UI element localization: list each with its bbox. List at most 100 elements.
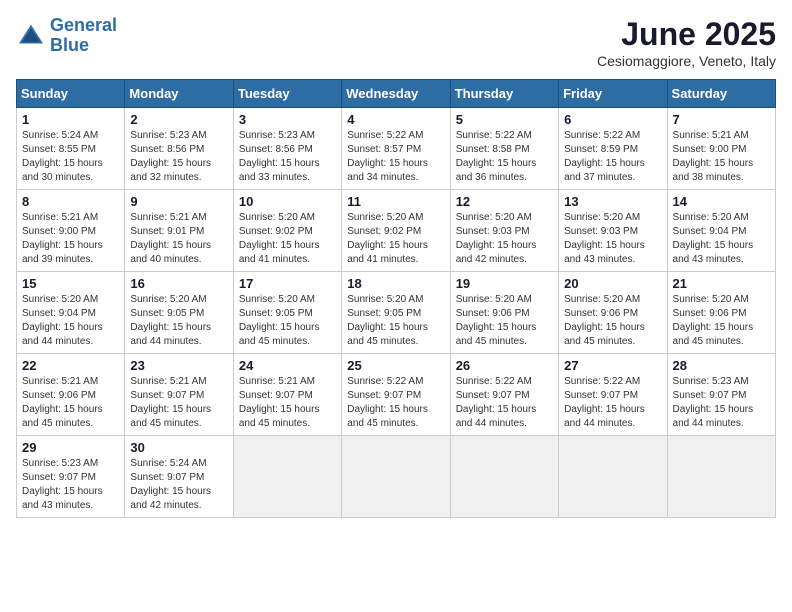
day-cell-15: 15 Sunrise: 5:20 AM Sunset: 9:04 PM Dayli… <box>17 272 125 354</box>
day-number: 14 <box>673 194 770 209</box>
weekday-header-friday: Friday <box>559 80 667 108</box>
day-cell-21: 21 Sunrise: 5:20 AM Sunset: 9:06 PM Dayli… <box>667 272 775 354</box>
day-info: Sunrise: 5:22 AM Sunset: 8:58 PM Dayligh… <box>456 129 553 185</box>
day-cell-9: 9 Sunrise: 5:21 AM Sunset: 9:01 PM Daylig… <box>125 190 233 272</box>
weekday-header-saturday: Saturday <box>667 80 775 108</box>
day-number: 4 <box>347 112 444 127</box>
empty-cell <box>559 436 667 518</box>
day-number: 24 <box>239 358 336 373</box>
day-info: Sunrise: 5:23 AM Sunset: 8:56 PM Dayligh… <box>239 129 336 185</box>
day-info: Sunrise: 5:20 AM Sunset: 9:04 PM Dayligh… <box>673 211 770 267</box>
day-cell-29: 29 Sunrise: 5:23 AM Sunset: 9:07 PM Dayli… <box>17 436 125 518</box>
day-cell-12: 12 Sunrise: 5:20 AM Sunset: 9:03 PM Dayli… <box>450 190 558 272</box>
day-number: 18 <box>347 276 444 291</box>
day-cell-26: 26 Sunrise: 5:22 AM Sunset: 9:07 PM Dayli… <box>450 354 558 436</box>
day-cell-5: 5Sunrise: 5:22 AM Sunset: 8:58 PM Daylig… <box>450 108 558 190</box>
day-info: Sunrise: 5:20 AM Sunset: 9:02 PM Dayligh… <box>239 211 336 267</box>
day-cell-25: 25Sunrise: 5:22 AM Sunset: 9:07 PM Dayli… <box>342 354 450 436</box>
day-info: Sunrise: 5:24 AM Sunset: 9:07 PM Dayligh… <box>130 457 227 513</box>
weekday-header-monday: Monday <box>125 80 233 108</box>
day-cell-8: 8Sunrise: 5:21 AM Sunset: 9:00 PM Daylig… <box>17 190 125 272</box>
day-cell-27: 27 Sunrise: 5:22 AM Sunset: 9:07 PM Dayli… <box>559 354 667 436</box>
day-info: Sunrise: 5:24 AM Sunset: 8:55 PM Dayligh… <box>22 129 119 185</box>
day-info: Sunrise: 5:23 AM Sunset: 9:07 PM Dayligh… <box>22 457 119 513</box>
day-cell-20: 20Sunrise: 5:20 AM Sunset: 9:06 PM Dayli… <box>559 272 667 354</box>
day-cell-30: 30 Sunrise: 5:24 AM Sunset: 9:07 PM Dayli… <box>125 436 233 518</box>
day-cell-2: 2 Sunrise: 5:23 AM Sunset: 8:56 PM Daylig… <box>125 108 233 190</box>
day-cell-17: 17 Sunrise: 5:20 AM Sunset: 9:05 PM Dayli… <box>233 272 341 354</box>
day-info: Sunrise: 5:20 AM Sunset: 9:06 PM Dayligh… <box>456 293 553 349</box>
day-info: Sunrise: 5:20 AM Sunset: 9:06 PM Dayligh… <box>564 293 661 349</box>
day-cell-3: 3 Sunrise: 5:23 AM Sunset: 8:56 PM Daylig… <box>233 108 341 190</box>
title-area: June 2025 Cesiomaggiore, Veneto, Italy <box>597 16 776 69</box>
day-number: 13 <box>564 194 661 209</box>
day-info: Sunrise: 5:20 AM Sunset: 9:06 PM Dayligh… <box>673 293 770 349</box>
calendar-header-row: SundayMondayTuesdayWednesdayThursdayFrid… <box>17 80 776 108</box>
day-info: Sunrise: 5:20 AM Sunset: 9:04 PM Dayligh… <box>22 293 119 349</box>
day-number: 12 <box>456 194 553 209</box>
day-number: 1 <box>22 112 119 127</box>
day-number: 23 <box>130 358 227 373</box>
day-number: 6 <box>564 112 661 127</box>
day-number: 21 <box>673 276 770 291</box>
empty-cell <box>450 436 558 518</box>
empty-cell <box>667 436 775 518</box>
day-info: Sunrise: 5:20 AM Sunset: 9:05 PM Dayligh… <box>130 293 227 349</box>
week-row-4: 22 Sunrise: 5:21 AM Sunset: 9:06 PM Dayli… <box>17 354 776 436</box>
day-info: Sunrise: 5:23 AM Sunset: 8:56 PM Dayligh… <box>130 129 227 185</box>
empty-cell <box>233 436 341 518</box>
day-number: 22 <box>22 358 119 373</box>
day-cell-16: 16Sunrise: 5:20 AM Sunset: 9:05 PM Dayli… <box>125 272 233 354</box>
day-info: Sunrise: 5:21 AM Sunset: 9:00 PM Dayligh… <box>22 211 119 267</box>
day-number: 30 <box>130 440 227 455</box>
day-number: 15 <box>22 276 119 291</box>
day-info: Sunrise: 5:22 AM Sunset: 9:07 PM Dayligh… <box>456 375 553 431</box>
calendar-table: SundayMondayTuesdayWednesdayThursdayFrid… <box>16 79 776 518</box>
day-info: Sunrise: 5:22 AM Sunset: 9:07 PM Dayligh… <box>564 375 661 431</box>
day-cell-6: 6Sunrise: 5:22 AM Sunset: 8:59 PM Daylig… <box>559 108 667 190</box>
day-info: Sunrise: 5:21 AM Sunset: 9:06 PM Dayligh… <box>22 375 119 431</box>
day-number: 2 <box>130 112 227 127</box>
empty-cell <box>342 436 450 518</box>
day-number: 19 <box>456 276 553 291</box>
logo: General Blue <box>16 16 117 56</box>
page-header: General Blue June 2025 Cesiomaggiore, Ve… <box>16 16 776 69</box>
day-cell-18: 18 Sunrise: 5:20 AM Sunset: 9:05 PM Dayli… <box>342 272 450 354</box>
weekday-header-tuesday: Tuesday <box>233 80 341 108</box>
month-title: June 2025 <box>597 16 776 53</box>
logo-icon <box>16 21 46 51</box>
day-number: 27 <box>564 358 661 373</box>
day-info: Sunrise: 5:20 AM Sunset: 9:03 PM Dayligh… <box>564 211 661 267</box>
day-cell-28: 28Sunrise: 5:23 AM Sunset: 9:07 PM Dayli… <box>667 354 775 436</box>
day-number: 28 <box>673 358 770 373</box>
day-info: Sunrise: 5:20 AM Sunset: 9:05 PM Dayligh… <box>239 293 336 349</box>
day-info: Sunrise: 5:20 AM Sunset: 9:05 PM Dayligh… <box>347 293 444 349</box>
day-number: 9 <box>130 194 227 209</box>
day-number: 3 <box>239 112 336 127</box>
day-cell-14: 14 Sunrise: 5:20 AM Sunset: 9:04 PM Dayli… <box>667 190 775 272</box>
day-info: Sunrise: 5:21 AM Sunset: 9:07 PM Dayligh… <box>130 375 227 431</box>
day-info: Sunrise: 5:21 AM Sunset: 9:07 PM Dayligh… <box>239 375 336 431</box>
day-cell-11: 11Sunrise: 5:20 AM Sunset: 9:02 PM Dayli… <box>342 190 450 272</box>
logo-text: General Blue <box>50 16 117 56</box>
day-cell-13: 13 Sunrise: 5:20 AM Sunset: 9:03 PM Dayli… <box>559 190 667 272</box>
day-cell-4: 4Sunrise: 5:22 AM Sunset: 8:57 PM Daylig… <box>342 108 450 190</box>
day-number: 7 <box>673 112 770 127</box>
location: Cesiomaggiore, Veneto, Italy <box>597 53 776 69</box>
day-info: Sunrise: 5:20 AM Sunset: 9:03 PM Dayligh… <box>456 211 553 267</box>
weekday-header-sunday: Sunday <box>17 80 125 108</box>
day-info: Sunrise: 5:21 AM Sunset: 9:01 PM Dayligh… <box>130 211 227 267</box>
day-cell-19: 19 Sunrise: 5:20 AM Sunset: 9:06 PM Dayli… <box>450 272 558 354</box>
day-number: 17 <box>239 276 336 291</box>
day-cell-23: 23 Sunrise: 5:21 AM Sunset: 9:07 PM Dayli… <box>125 354 233 436</box>
day-number: 26 <box>456 358 553 373</box>
week-row-1: 1 Sunrise: 5:24 AM Sunset: 8:55 PM Daylig… <box>17 108 776 190</box>
weekday-header-thursday: Thursday <box>450 80 558 108</box>
week-row-2: 8Sunrise: 5:21 AM Sunset: 9:00 PM Daylig… <box>17 190 776 272</box>
day-cell-24: 24 Sunrise: 5:21 AM Sunset: 9:07 PM Dayli… <box>233 354 341 436</box>
week-row-5: 29 Sunrise: 5:23 AM Sunset: 9:07 PM Dayli… <box>17 436 776 518</box>
day-cell-7: 7Sunrise: 5:21 AM Sunset: 9:00 PM Daylig… <box>667 108 775 190</box>
day-number: 25 <box>347 358 444 373</box>
weekday-header-wednesday: Wednesday <box>342 80 450 108</box>
day-number: 29 <box>22 440 119 455</box>
